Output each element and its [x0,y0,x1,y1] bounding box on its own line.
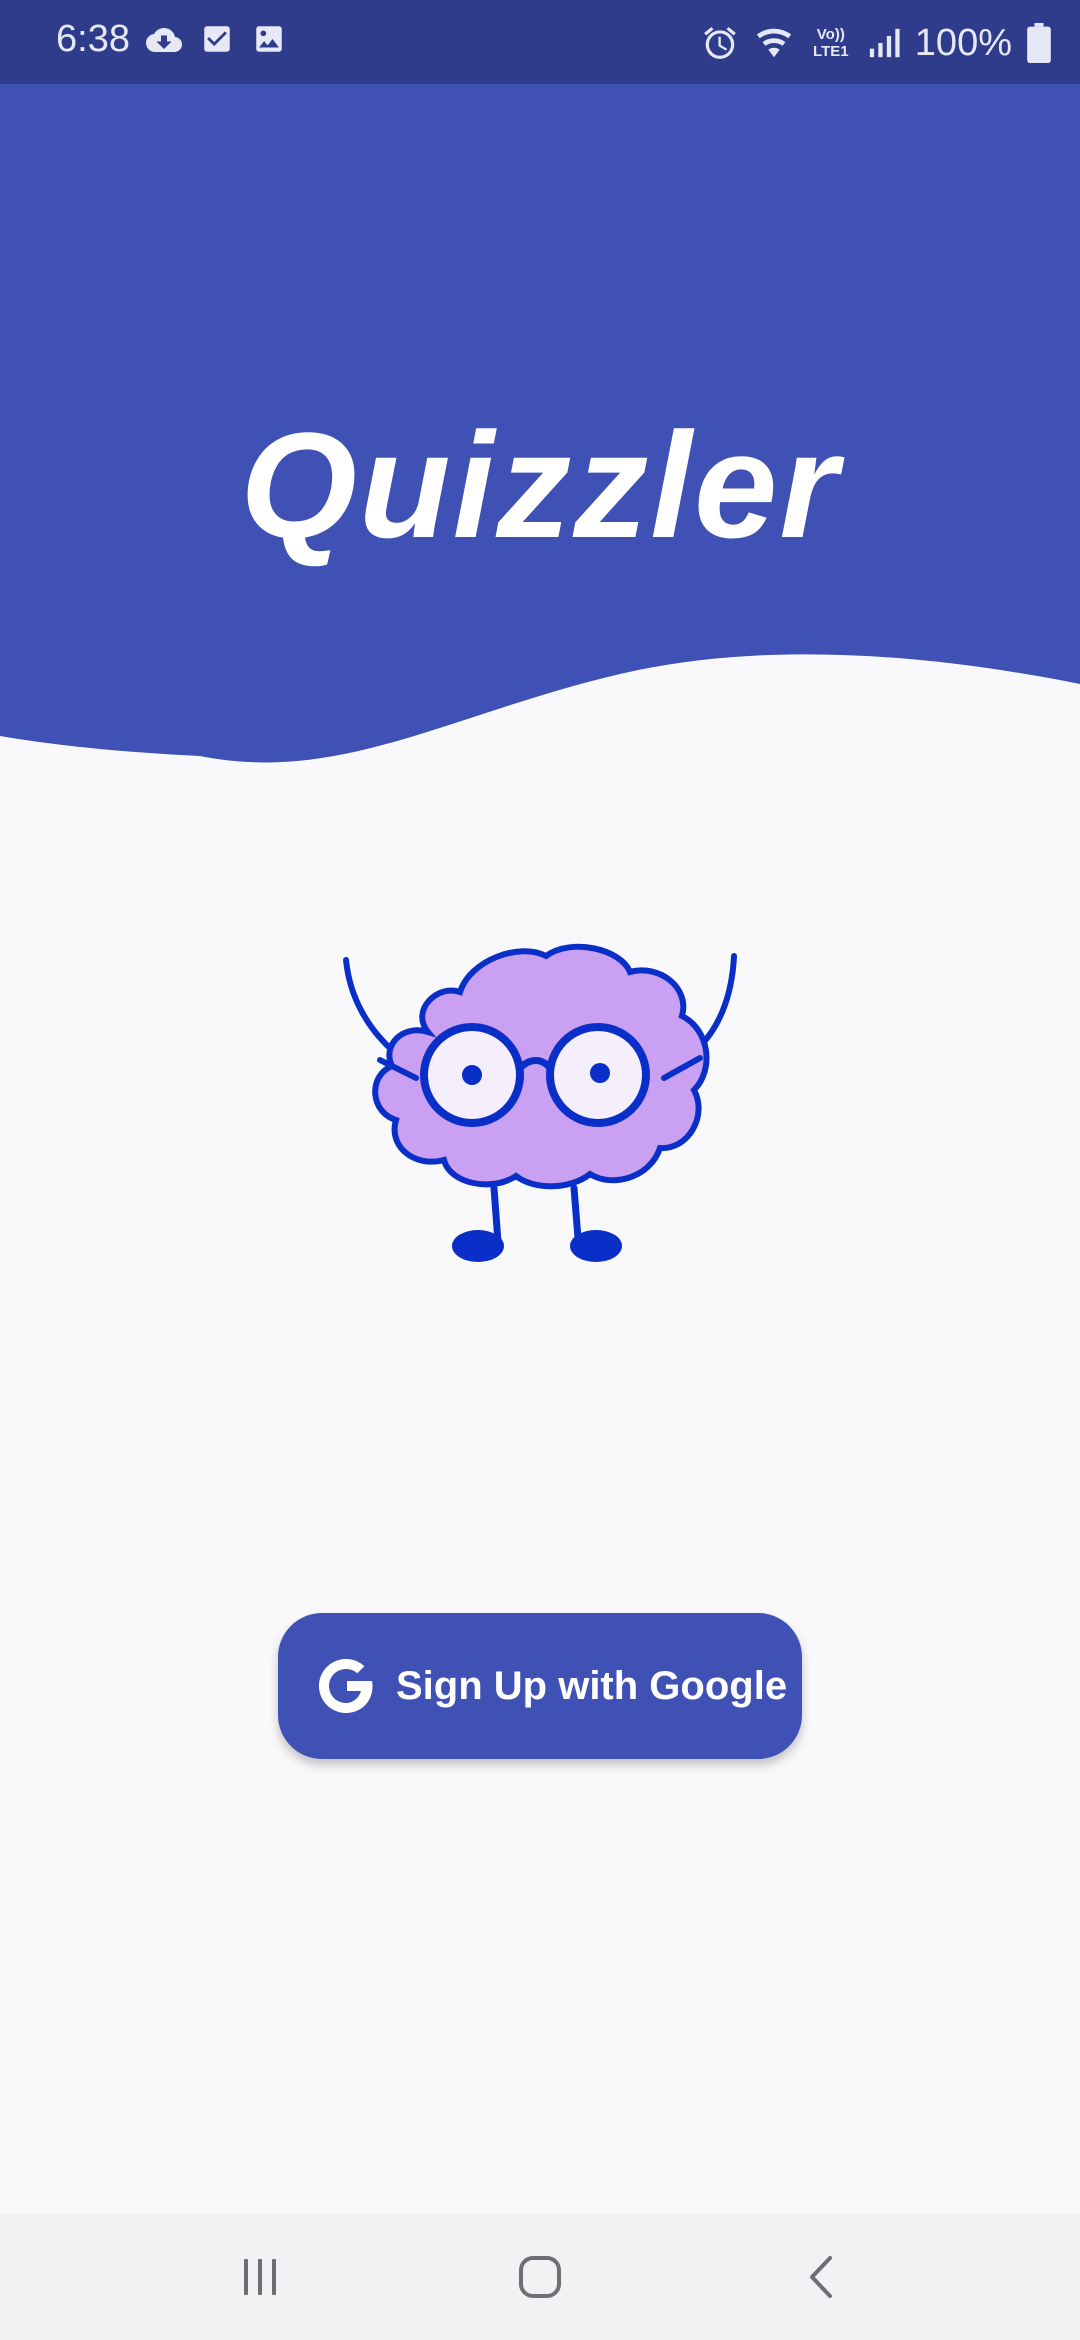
sign-up-button-label: Sign Up with Google [396,1663,788,1708]
battery-icon [1027,23,1051,63]
recent-apps-icon [244,2259,276,2295]
wifi-icon [756,28,791,58]
app-title: Quizzler [240,401,840,569]
volte-icon: Vo)) LTE1 [813,26,849,60]
google-icon [319,1659,373,1713]
system-navigation-bar [0,2214,1080,2340]
back-button[interactable] [782,2242,862,2312]
image-icon [256,26,282,52]
status-left-icons [146,22,286,62]
status-time: 6:38 [56,18,130,60]
alarm-icon [703,26,736,59]
brain-mascot-icon [343,943,737,1262]
status-right-icons: Vo)) LTE1 100% [701,18,1052,68]
home-icon [519,2256,561,2298]
sign-up-with-google-button[interactable]: Sign Up with Google [278,1613,802,1759]
signal-icon [869,28,900,58]
back-icon [810,2256,832,2298]
home-button[interactable] [500,2242,580,2312]
battery-percentage: 100% [914,21,1012,64]
checkbox-icon [204,26,230,52]
cloud-download-icon [146,27,182,52]
recent-apps-button[interactable] [220,2242,300,2312]
header-banner: Quizzler [0,84,1080,784]
login-screen: 6:38 Vo)) LTE1 100% Quizzler Sign Up wit… [0,0,1080,2340]
status-bar: 6:38 Vo)) LTE1 100% [0,0,1080,84]
